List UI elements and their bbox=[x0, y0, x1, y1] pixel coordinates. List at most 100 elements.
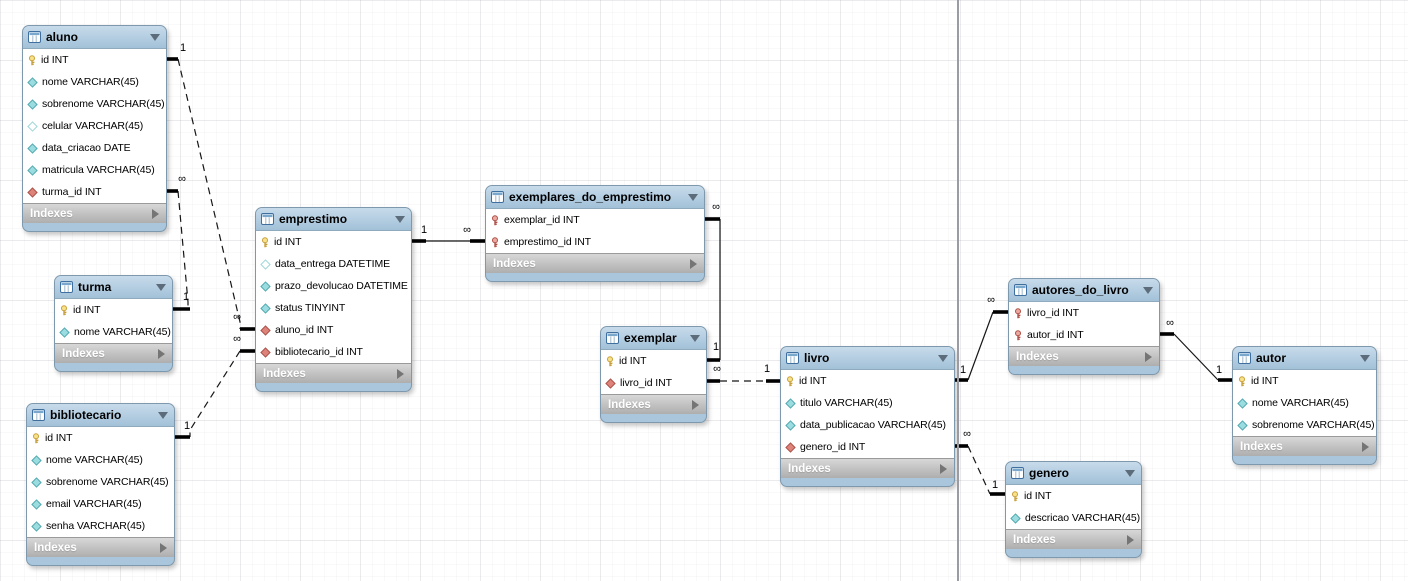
column-row[interactable]: id INT bbox=[23, 49, 166, 71]
column-row[interactable]: sobrenome VARCHAR(45) bbox=[23, 93, 166, 115]
table-header[interactable]: aluno bbox=[23, 26, 166, 49]
table-icon bbox=[491, 191, 504, 203]
column-row[interactable]: id INT bbox=[256, 231, 411, 253]
column-label: livro_id INT bbox=[1027, 307, 1079, 319]
column-label: autor_id INT bbox=[1027, 329, 1084, 341]
column-row[interactable]: id INT bbox=[781, 370, 954, 392]
relationship-line[interactable] bbox=[177, 190, 189, 309]
table-header[interactable]: exemplar bbox=[601, 327, 706, 350]
column-label: sobrenome VARCHAR(45) bbox=[1252, 419, 1375, 431]
column-row[interactable]: bibliotecario_id INT bbox=[256, 341, 411, 363]
table-bibliotecario[interactable]: bibliotecario id INT nome VARCHAR(45) sobre… bbox=[26, 403, 175, 566]
expand-arrow-icon[interactable] bbox=[1362, 441, 1369, 452]
column-row[interactable]: email VARCHAR(45) bbox=[27, 493, 174, 515]
collapse-arrow-icon[interactable] bbox=[938, 354, 948, 362]
table-autores_do_livro[interactable]: autores_do_livro livro_id INT autor_id INT… bbox=[1008, 278, 1160, 375]
column-row[interactable]: senha VARCHAR(45) bbox=[27, 515, 174, 537]
indexes-bar[interactable]: Indexes bbox=[55, 343, 172, 363]
expand-arrow-icon[interactable] bbox=[158, 348, 165, 359]
collapse-arrow-icon[interactable] bbox=[158, 411, 168, 419]
column-row[interactable]: celular VARCHAR(45) bbox=[23, 115, 166, 137]
column-row[interactable]: data_publicacao VARCHAR(45) bbox=[781, 414, 954, 436]
column-label: nome VARCHAR(45) bbox=[74, 326, 171, 338]
collapse-arrow-icon[interactable] bbox=[150, 33, 160, 41]
table-header[interactable]: bibliotecario bbox=[27, 404, 174, 427]
expand-arrow-icon[interactable] bbox=[692, 399, 699, 410]
table-header[interactable]: genero bbox=[1006, 462, 1141, 485]
column-row[interactable]: sobrenome VARCHAR(45) bbox=[1233, 414, 1376, 436]
expand-arrow-icon[interactable] bbox=[1145, 351, 1152, 362]
relationship-line[interactable] bbox=[1173, 333, 1219, 381]
column-row[interactable]: prazo_devolucao DATETIME bbox=[256, 275, 411, 297]
expand-arrow-icon[interactable] bbox=[152, 208, 159, 219]
eer-diagram-canvas[interactable]: 1 ∞ ∞ 1 ∞ 1 1 ∞ ∞ 1 ∞ 1 1 ∞ ∞ 1 ∞ 1 aluno id INT nome VARCH… bbox=[0, 0, 1408, 581]
table-emprestimo[interactable]: emprestimo id INT data_entrega DATETIME pra… bbox=[255, 207, 412, 392]
column-row[interactable]: livro_id INT bbox=[1009, 302, 1159, 324]
table-header[interactable]: autor bbox=[1233, 347, 1376, 370]
expand-arrow-icon[interactable] bbox=[690, 258, 697, 269]
indexes-bar[interactable]: Indexes bbox=[27, 537, 174, 557]
table-header[interactable]: autores_do_livro bbox=[1009, 279, 1159, 302]
column-row[interactable]: turma_id INT bbox=[23, 181, 166, 203]
column-row[interactable]: id INT bbox=[1006, 485, 1141, 507]
expand-arrow-icon[interactable] bbox=[160, 542, 167, 553]
indexes-bar[interactable]: Indexes bbox=[256, 363, 411, 383]
indexes-bar[interactable]: Indexes bbox=[1009, 346, 1159, 366]
relationship-line[interactable] bbox=[189, 350, 241, 437]
relationship-line[interactable] bbox=[967, 445, 991, 495]
column-row[interactable]: id INT bbox=[55, 299, 172, 321]
column-row[interactable]: nome VARCHAR(45) bbox=[23, 71, 166, 93]
column-row[interactable]: emprestimo_id INT bbox=[486, 231, 704, 253]
collapse-arrow-icon[interactable] bbox=[1125, 469, 1135, 477]
column-row[interactable]: data_entrega DATETIME bbox=[256, 253, 411, 275]
column-row[interactable]: aluno_id INT bbox=[256, 319, 411, 341]
table-exemplar[interactable]: exemplar id INT livro_id INT Indexes bbox=[600, 326, 707, 423]
column-row[interactable]: nome VARCHAR(45) bbox=[27, 449, 174, 471]
table-header[interactable]: emprestimo bbox=[256, 208, 411, 231]
indexes-bar[interactable]: Indexes bbox=[1233, 436, 1376, 456]
table-title: aluno bbox=[46, 30, 78, 44]
column-label: id INT bbox=[274, 236, 302, 248]
table-header[interactable]: turma bbox=[55, 276, 172, 299]
column-row[interactable]: livro_id INT bbox=[601, 372, 706, 394]
indexes-bar[interactable]: Indexes bbox=[23, 203, 166, 223]
indexes-bar[interactable]: Indexes bbox=[1006, 529, 1141, 549]
column-row[interactable]: id INT bbox=[601, 350, 706, 372]
collapse-arrow-icon[interactable] bbox=[395, 215, 405, 223]
collapse-arrow-icon[interactable] bbox=[1143, 286, 1153, 294]
column-row[interactable]: genero_id INT bbox=[781, 436, 954, 458]
indexes-bar[interactable]: Indexes bbox=[781, 458, 954, 478]
column-row[interactable]: nome VARCHAR(45) bbox=[55, 321, 172, 343]
collapse-arrow-icon[interactable] bbox=[156, 283, 166, 291]
collapse-arrow-icon[interactable] bbox=[1360, 354, 1370, 362]
relationship-line[interactable] bbox=[967, 311, 994, 381]
column-row[interactable]: sobrenome VARCHAR(45) bbox=[27, 471, 174, 493]
collapse-arrow-icon[interactable] bbox=[690, 334, 700, 342]
table-header[interactable]: exemplares_do_emprestimo bbox=[486, 186, 704, 209]
column-row[interactable]: exemplar_id INT bbox=[486, 209, 704, 231]
table-header[interactable]: livro bbox=[781, 347, 954, 370]
primary-key-icon bbox=[785, 375, 795, 387]
table-turma[interactable]: turma id INT nome VARCHAR(45) Indexes bbox=[54, 275, 173, 372]
column-row[interactable]: nome VARCHAR(45) bbox=[1233, 392, 1376, 414]
table-aluno[interactable]: aluno id INT nome VARCHAR(45) sobrenome VAR… bbox=[22, 25, 167, 232]
column-row[interactable]: autor_id INT bbox=[1009, 324, 1159, 346]
table-livro[interactable]: livro id INT titulo VARCHAR(45) data_public… bbox=[780, 346, 955, 487]
table-autor[interactable]: autor id INT nome VARCHAR(45) sobrenome VAR… bbox=[1232, 346, 1377, 465]
expand-arrow-icon[interactable] bbox=[940, 463, 947, 474]
indexes-bar[interactable]: Indexes bbox=[601, 394, 706, 414]
expand-arrow-icon[interactable] bbox=[1127, 534, 1134, 545]
table-genero[interactable]: genero id INT descricao VARCHAR(45) Indexes bbox=[1005, 461, 1142, 558]
column-row[interactable]: titulo VARCHAR(45) bbox=[781, 392, 954, 414]
column-row[interactable]: matricula VARCHAR(45) bbox=[23, 159, 166, 181]
column-row[interactable]: data_criacao DATE bbox=[23, 137, 166, 159]
column-row[interactable]: id INT bbox=[1233, 370, 1376, 392]
indexes-bar[interactable]: Indexes bbox=[486, 253, 704, 273]
column-row[interactable]: descricao VARCHAR(45) bbox=[1006, 507, 1141, 529]
column-row[interactable]: status TINYINT bbox=[256, 297, 411, 319]
primary-key-icon bbox=[260, 236, 270, 248]
expand-arrow-icon[interactable] bbox=[397, 368, 404, 379]
column-row[interactable]: id INT bbox=[27, 427, 174, 449]
collapse-arrow-icon[interactable] bbox=[688, 193, 698, 201]
table-exemplares_do_emprestimo[interactable]: exemplares_do_emprestimo exemplar_id INT e… bbox=[485, 185, 705, 282]
